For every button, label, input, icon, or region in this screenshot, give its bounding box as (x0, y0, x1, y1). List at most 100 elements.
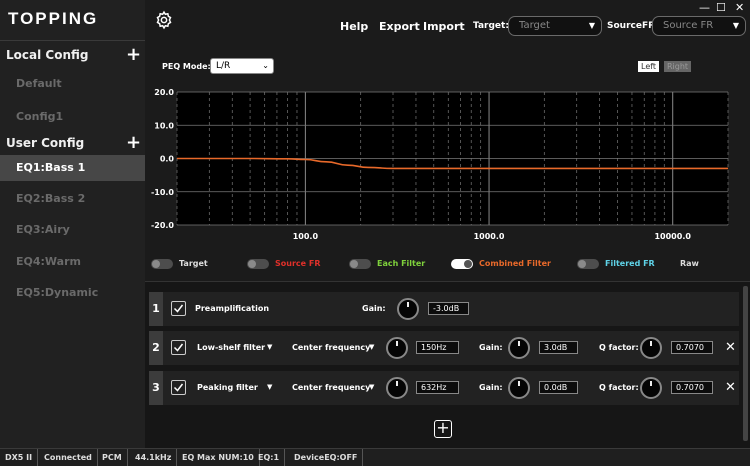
frequency-label: Center frequency (292, 383, 371, 392)
import-menu[interactable]: Import (423, 20, 465, 33)
q-factor-knob[interactable] (640, 377, 662, 399)
gain-label: Gain: (479, 343, 503, 352)
add-filter-button[interactable]: + (434, 420, 452, 438)
legend-label: Source FR (275, 259, 321, 268)
frequency-knob[interactable] (386, 337, 408, 359)
y-tick-label: -10.0 (151, 188, 174, 197)
sidebar-item-eq2[interactable]: EQ2:Bass 2 (0, 186, 145, 212)
peq-mode-select[interactable]: L/R ⌄ (210, 58, 274, 74)
left-channel-button[interactable]: Left (638, 61, 660, 72)
gain-label: Gain: (479, 383, 503, 392)
chevron-down-icon[interactable]: ▼ (267, 383, 272, 391)
sidebar: TOPPING Local Config + Default Config1 U… (0, 0, 145, 448)
filter-enable-checkbox[interactable] (171, 340, 186, 355)
target-select-value: Target (519, 20, 550, 31)
chevron-down-icon[interactable]: ▼ (267, 343, 272, 351)
gain-value-input[interactable]: 3.0dB (539, 341, 578, 354)
gear-icon[interactable] (154, 10, 174, 30)
chevron-down-icon: ▼ (588, 21, 595, 30)
y-tick-label: 20.0 (154, 88, 174, 97)
export-menu[interactable]: Export (379, 20, 420, 33)
minimize-button[interactable]: — (699, 1, 710, 14)
status-eq-max: EQ Max NUM:10 (177, 449, 260, 466)
maximize-button[interactable]: ☐ (716, 1, 726, 14)
q-factor-knob[interactable] (640, 337, 662, 359)
sidebar-item-eq3[interactable]: EQ3:Airy (0, 217, 145, 243)
chevron-down-icon[interactable]: ▼ (369, 383, 374, 391)
frequency-response-chart: 20.0 10.0 0.0 -10.0 -20.0 100.0 1000.0 10000.0 (151, 88, 729, 241)
status-format: PCM (97, 449, 128, 466)
user-config-title: User Config (6, 136, 85, 150)
frequency-value-input[interactable]: 632Hz (416, 381, 459, 394)
help-menu[interactable]: Help (340, 20, 368, 33)
delete-filter-icon[interactable]: ✕ (725, 341, 736, 354)
filter-type[interactable]: Low-shelf filter (197, 343, 265, 353)
sidebar-item-default[interactable]: Default (0, 71, 145, 97)
filter-enable-checkbox[interactable] (171, 380, 186, 395)
target-toggle[interactable] (151, 259, 173, 269)
gain-value-input[interactable]: -3.0dB (428, 302, 469, 315)
frequency-knob[interactable] (386, 377, 408, 399)
q-factor-label: Q factor: (599, 343, 639, 352)
status-device: DX5 II (0, 449, 39, 466)
sidebar-item-eq5[interactable]: EQ5:Dynamic (0, 280, 145, 306)
filter-row: 1 Preamplification Gain: -3.0dB (149, 292, 739, 326)
close-window-button[interactable]: ✕ (735, 1, 744, 14)
sidebar-item-eq1[interactable]: EQ1:Bass 1 (0, 155, 145, 181)
q-factor-value-input[interactable]: 0.7070 (671, 341, 713, 354)
filter-panel: 1 Preamplification Gain: -3.0dB 2 Low-sh… (145, 281, 750, 448)
legend-label: Target (179, 259, 208, 268)
peq-mode-label: PEQ Mode: (162, 62, 211, 71)
chevron-down-icon: ⌄ (262, 61, 269, 70)
filter-row: 3 Peaking filter ▼ Center frequency ▼ 63… (149, 371, 739, 405)
app-window: TOPPING Local Config + Default Config1 U… (0, 0, 750, 466)
sidebar-item-eq4[interactable]: EQ4:Warm (0, 249, 145, 275)
frequency-value-input[interactable]: 150Hz (416, 341, 459, 354)
check-icon (173, 304, 184, 313)
right-channel-button[interactable]: Right (664, 61, 692, 72)
add-local-config-button[interactable]: + (126, 46, 141, 64)
x-tick-label: 10000.0 (654, 232, 691, 241)
gain-knob[interactable] (508, 337, 530, 359)
source-fr-toggle[interactable] (247, 259, 269, 269)
chevron-down-icon: ▼ (732, 21, 739, 30)
legend-label: Combined Filter (479, 259, 551, 268)
target-select[interactable]: Target ▼ (508, 16, 602, 36)
filter-panel-scrollbar[interactable] (743, 286, 748, 441)
filter-row: 2 Low-shelf filter ▼ Center frequency ▼ … (149, 331, 739, 365)
delete-filter-icon[interactable]: ✕ (725, 381, 736, 394)
sourcefr-label: SourceFR: (607, 21, 659, 31)
status-connection: Connected (39, 449, 98, 466)
sourcefr-select[interactable]: Source FR ▼ (652, 16, 746, 36)
divider (0, 40, 145, 41)
peq-mode-value: L/R (216, 61, 231, 71)
x-tick-label: 100.0 (293, 232, 319, 241)
gain-knob[interactable] (397, 298, 419, 320)
add-user-config-button[interactable]: + (126, 134, 141, 152)
legend-label: Raw (680, 259, 699, 268)
combined-filter-toggle[interactable] (451, 259, 473, 269)
frequency-label: Center frequency (292, 343, 371, 352)
y-tick-label: 0.0 (160, 155, 175, 164)
local-config-title: Local Config (6, 48, 89, 62)
status-bar: DX5 II Connected PCM 44.1kHz EQ Max NUM:… (0, 448, 750, 466)
filtered-fr-toggle[interactable] (577, 259, 599, 269)
each-filter-toggle[interactable] (349, 259, 371, 269)
chevron-down-icon[interactable]: ▼ (369, 343, 374, 351)
q-factor-value-input[interactable]: 0.7070 (671, 381, 713, 394)
filter-number: 3 (149, 371, 163, 405)
gain-knob[interactable] (508, 377, 530, 399)
filter-type[interactable]: Peaking filter (197, 383, 258, 393)
sidebar-item-config1[interactable]: Config1 (0, 104, 145, 130)
check-icon (173, 383, 184, 392)
gain-value-input[interactable]: 0.0dB (539, 381, 578, 394)
target-label: Target: (473, 21, 509, 31)
gain-label: Gain: (362, 304, 386, 313)
filter-enable-checkbox[interactable] (171, 301, 186, 316)
status-sample-rate: 44.1kHz (130, 449, 178, 466)
legend-label: Each Filter (377, 259, 426, 268)
status-device-eq: DeviceEQ:OFF (289, 449, 364, 466)
legend-label: Filtered FR (605, 259, 655, 268)
q-factor-label: Q factor: (599, 383, 639, 392)
filter-number: 1 (149, 292, 163, 326)
